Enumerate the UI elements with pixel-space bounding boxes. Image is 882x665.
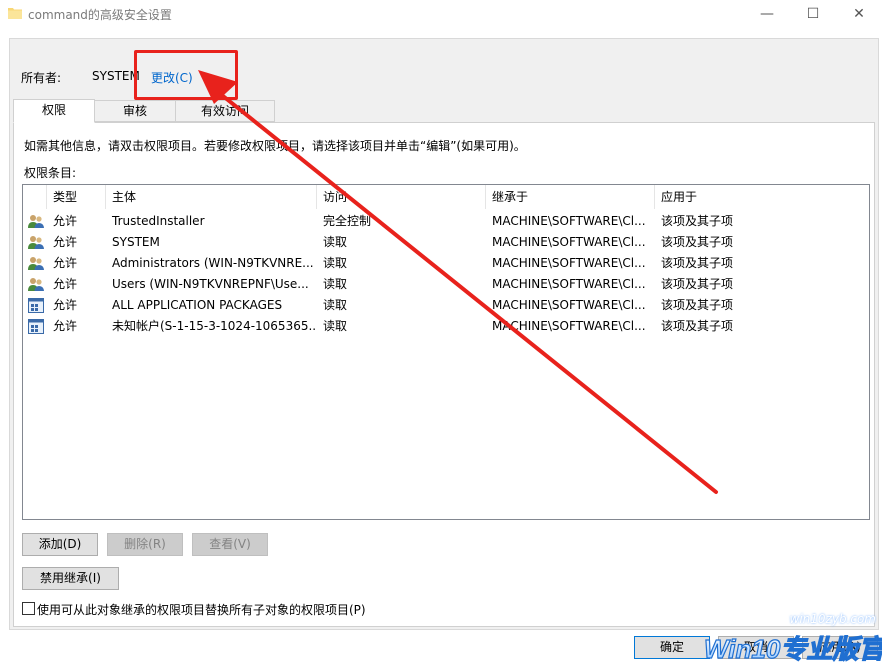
- user-group-icon: [28, 278, 44, 291]
- tab-auditing[interactable]: 审核: [94, 100, 176, 122]
- watermark-logo: Win10专业版官网: [703, 633, 882, 664]
- cell-principal: ALL APPLICATION PACKAGES: [112, 298, 283, 312]
- cell-access: 完全控制: [323, 214, 372, 228]
- cell-applies: 该项及其子项: [661, 256, 734, 270]
- column-header-icon: [23, 185, 47, 209]
- app-package-icon: [28, 319, 44, 334]
- table-row[interactable]: 允许 未知帐户(S-1-15-3-1024-1065365... 读取 MACHINE…: [23, 316, 869, 337]
- user-group-icon: [28, 236, 44, 249]
- cell-type: 允许: [53, 319, 78, 333]
- table-row[interactable]: 允许 SYSTEM 读取 MACHINE\SOFTWARE\Cl... 该项及其子项: [23, 232, 869, 253]
- disable-inheritance-button[interactable]: 禁用继承(I): [22, 567, 119, 590]
- minimize-button[interactable]: —: [744, 0, 790, 28]
- cell-applies: 该项及其子项: [661, 277, 734, 291]
- cell-inherited: MACHINE\SOFTWARE\Cl...: [492, 298, 646, 312]
- user-group-icon: [28, 257, 44, 270]
- column-header-type[interactable]: 类型: [47, 185, 106, 209]
- close-button[interactable]: ✕: [836, 0, 882, 28]
- table-row[interactable]: 允许 Administrators (WIN-N9TKVNRE... 读取 MACHI…: [23, 253, 869, 274]
- watermark: win10zyb.com Win10专业版官网: [700, 612, 882, 665]
- maximize-button[interactable]: ☐: [790, 0, 836, 28]
- cell-principal: SYSTEM: [112, 235, 160, 249]
- cell-principal: Administrators (WIN-N9TKVNRE...: [112, 256, 314, 270]
- entries-label: 权限条目:: [24, 166, 77, 180]
- cell-principal: 未知帐户(S-1-15-3-1024-1065365...: [112, 319, 317, 333]
- cell-inherited: MACHINE\SOFTWARE\Cl...: [492, 256, 646, 270]
- view-button[interactable]: 查看(V): [192, 533, 268, 556]
- info-text: 如需其他信息，请双击权限项目。若要修改权限项目，请选择该项目并单击“编辑”(如果…: [24, 139, 526, 153]
- permissions-panel: 如需其他信息，请双击权限项目。若要修改权限项目，请选择该项目并单击“编辑”(如果…: [13, 122, 875, 627]
- column-header-applies[interactable]: 应用于: [655, 185, 869, 209]
- cell-type: 允许: [53, 277, 78, 291]
- cell-access: 读取: [323, 298, 348, 312]
- cell-access: 读取: [323, 256, 348, 270]
- column-header-principal[interactable]: 主体: [106, 185, 317, 209]
- annotation-highlight-box: [134, 50, 238, 100]
- folder-icon: [8, 8, 22, 19]
- title-bar: command的高级安全设置 — ☐ ✕: [0, 0, 882, 28]
- cell-access: 读取: [323, 235, 348, 249]
- cell-type: 允许: [53, 298, 78, 312]
- window-title: command的高级安全设置: [28, 8, 172, 22]
- cell-applies: 该项及其子项: [661, 298, 734, 312]
- owner-label: 所有者:: [21, 71, 62, 85]
- cell-access: 读取: [323, 319, 348, 333]
- cell-type: 允许: [53, 235, 78, 249]
- watermark-url: win10zyb.com: [789, 612, 876, 626]
- watermark-brand: Win10专业版官网: [704, 634, 882, 664]
- dialog-body: 所有者: SYSTEM 更改(C) 权限 审核 有效访问 如需其他信息，请双击权…: [9, 38, 879, 630]
- table-row[interactable]: 允许 Users (WIN-N9TKVNREPNF\Use... 读取 MACHINE…: [23, 274, 869, 295]
- column-header-inherited[interactable]: 继承于: [486, 185, 655, 209]
- cell-type: 允许: [53, 214, 78, 228]
- tab-permissions[interactable]: 权限: [13, 99, 95, 123]
- tab-effective-access[interactable]: 有效访问: [175, 100, 275, 122]
- cell-principal: TrustedInstaller: [112, 214, 205, 228]
- cell-type: 允许: [53, 256, 78, 270]
- replace-child-permissions-label: 使用可从此对象继承的权限项目替换所有子对象的权限项目(P): [37, 603, 366, 617]
- cell-applies: 该项及其子项: [661, 319, 734, 333]
- cell-applies: 该项及其子项: [661, 235, 734, 249]
- table-row[interactable]: 允许 TrustedInstaller 完全控制 MACHINE\SOFTWARE\C…: [23, 211, 869, 232]
- cell-inherited: MACHINE\SOFTWARE\Cl...: [492, 277, 646, 291]
- remove-button[interactable]: 删除(R): [107, 533, 183, 556]
- replace-child-permissions-checkbox[interactable]: [22, 602, 35, 615]
- cell-inherited: MACHINE\SOFTWARE\Cl...: [492, 214, 646, 228]
- list-header: 类型 主体 访问 继承于 应用于: [23, 185, 869, 209]
- cell-principal: Users (WIN-N9TKVNREPNF\Use...: [112, 277, 309, 291]
- table-row[interactable]: 允许 ALL APPLICATION PACKAGES 读取 MACHINE\SOFT…: [23, 295, 869, 316]
- user-group-icon: [28, 215, 44, 228]
- cell-inherited: MACHINE\SOFTWARE\Cl...: [492, 235, 646, 249]
- cell-inherited: MACHINE\SOFTWARE\Cl...: [492, 319, 646, 333]
- cell-access: 读取: [323, 277, 348, 291]
- owner-value: SYSTEM: [92, 69, 140, 83]
- column-header-access[interactable]: 访问: [317, 185, 486, 209]
- app-package-icon: [28, 298, 44, 313]
- permission-entries-list[interactable]: 类型 主体 访问 继承于 应用于 允许 TrustedInstaller 完全控制 M…: [22, 184, 870, 520]
- ok-button[interactable]: 确定: [634, 636, 710, 659]
- add-button[interactable]: 添加(D): [22, 533, 98, 556]
- cell-applies: 该项及其子项: [661, 214, 734, 228]
